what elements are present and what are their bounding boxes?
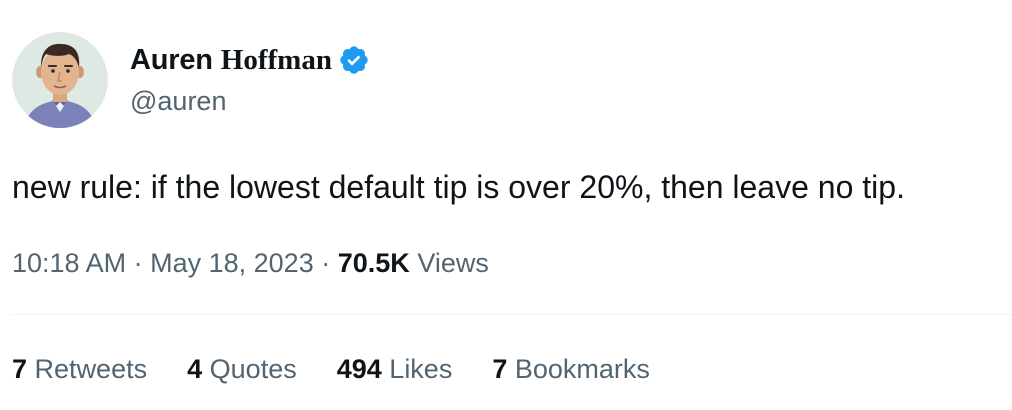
tweet-meta: 10:18 AM · May 18, 2023 · 70.5K Views xyxy=(12,244,489,282)
meta-separator: · xyxy=(133,248,143,278)
author-identity: Auren Hoffman @auren xyxy=(130,32,370,117)
likes-label: Likes xyxy=(389,354,453,384)
bookmarks-count: 7 xyxy=(492,354,508,384)
author-last-name[interactable]: Hoffman xyxy=(221,44,332,77)
stat-likes[interactable]: 494 Likes xyxy=(337,350,453,388)
tweet-time[interactable]: 10:18 AM xyxy=(12,248,126,278)
stat-quotes[interactable]: 4 Quotes xyxy=(187,350,297,388)
engagement-stats: 7 Retweets 4 Quotes 494 Likes 7 Bookmark… xyxy=(12,350,690,388)
tweet-text: new rule: if the lowest default tip is o… xyxy=(12,169,905,205)
bookmarks-label: Bookmarks xyxy=(514,354,650,384)
retweets-count: 7 xyxy=(12,354,28,384)
tweet-date[interactable]: May 18, 2023 xyxy=(150,248,314,278)
author-name-row[interactable]: Auren Hoffman xyxy=(130,42,370,78)
divider xyxy=(12,314,1012,315)
stat-retweets[interactable]: 7 Retweets xyxy=(12,350,147,388)
avatar-illustration xyxy=(12,32,108,128)
quotes-label: Quotes xyxy=(209,354,297,384)
meta-separator: · xyxy=(321,248,331,278)
views-label: Views xyxy=(417,248,489,278)
stat-bookmarks[interactable]: 7 Bookmarks xyxy=(492,350,650,388)
views-count: 70.5K xyxy=(337,248,410,278)
quotes-count: 4 xyxy=(187,354,203,384)
verified-badge-icon xyxy=(338,44,370,76)
author-first-name[interactable]: Auren xyxy=(130,44,213,77)
retweets-label: Retweets xyxy=(34,354,148,384)
likes-count: 494 xyxy=(336,354,382,384)
avatar[interactable] xyxy=(12,32,108,128)
author-handle[interactable]: @auren xyxy=(130,86,370,117)
tweet-header: Auren Hoffman @auren xyxy=(12,32,370,128)
